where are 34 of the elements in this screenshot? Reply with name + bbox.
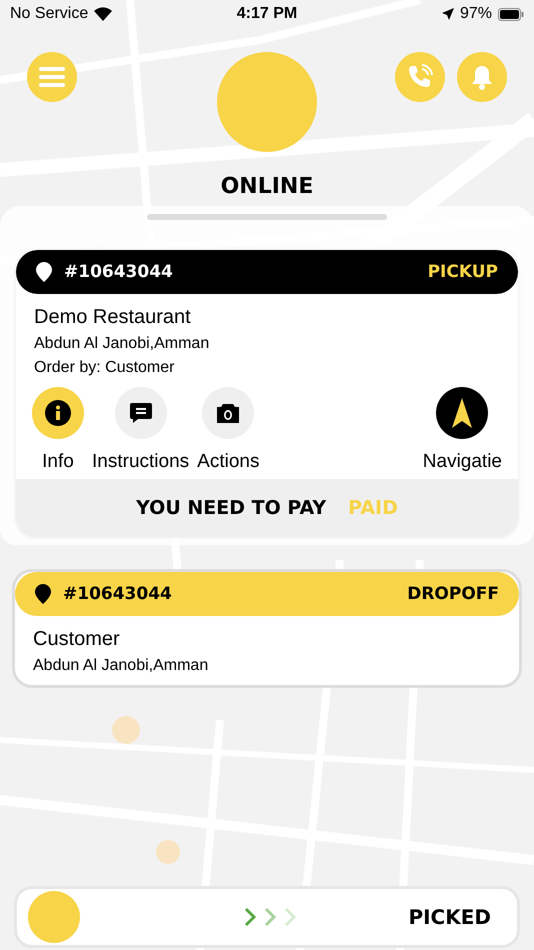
message-icon xyxy=(128,400,154,426)
bell-icon xyxy=(471,64,493,90)
address-text: Abdun Al Janobi,Amman xyxy=(33,657,210,675)
carrier-text: No Service xyxy=(10,5,88,23)
slider-thumb[interactable] xyxy=(28,891,80,943)
location-arrow-icon xyxy=(442,8,454,20)
phone-icon xyxy=(407,64,433,90)
menu-icon xyxy=(39,67,65,87)
swipe-slider[interactable]: PICKED xyxy=(14,886,520,948)
camera-icon xyxy=(215,401,242,425)
status-label: ONLINE xyxy=(220,174,314,200)
action-button[interactable]: Navigatie xyxy=(422,387,502,473)
info-icon xyxy=(45,400,71,426)
wifi-icon xyxy=(94,7,112,21)
location-pin-icon xyxy=(35,584,51,604)
location-pin-icon xyxy=(36,262,52,282)
drag-handle[interactable] xyxy=(147,214,387,220)
navigation-arrow-icon xyxy=(452,398,472,428)
action-button[interactable]: Instructions xyxy=(92,387,190,473)
payment-label: YOU NEED TO PAY xyxy=(136,497,326,519)
order-stage: PICKUP xyxy=(428,262,498,282)
address-text: Abdun Al Janobi,Amman xyxy=(34,335,210,353)
place-name: Demo Restaurant xyxy=(34,306,192,329)
battery-percent: 97% xyxy=(460,5,492,23)
battery-icon xyxy=(498,8,524,20)
order-stage: DROPOFF xyxy=(407,584,499,604)
order-number: #10643044 xyxy=(63,584,173,604)
chevrons-icon xyxy=(243,907,299,927)
payment-status: PAID xyxy=(348,497,398,519)
place-name: Customer xyxy=(33,628,121,651)
slider-label: PICKED xyxy=(408,905,491,929)
order-number: #10643044 xyxy=(64,262,174,282)
clock-text: 4:17 PM xyxy=(236,5,298,23)
order-by-text: Order by: Customer xyxy=(34,359,176,377)
